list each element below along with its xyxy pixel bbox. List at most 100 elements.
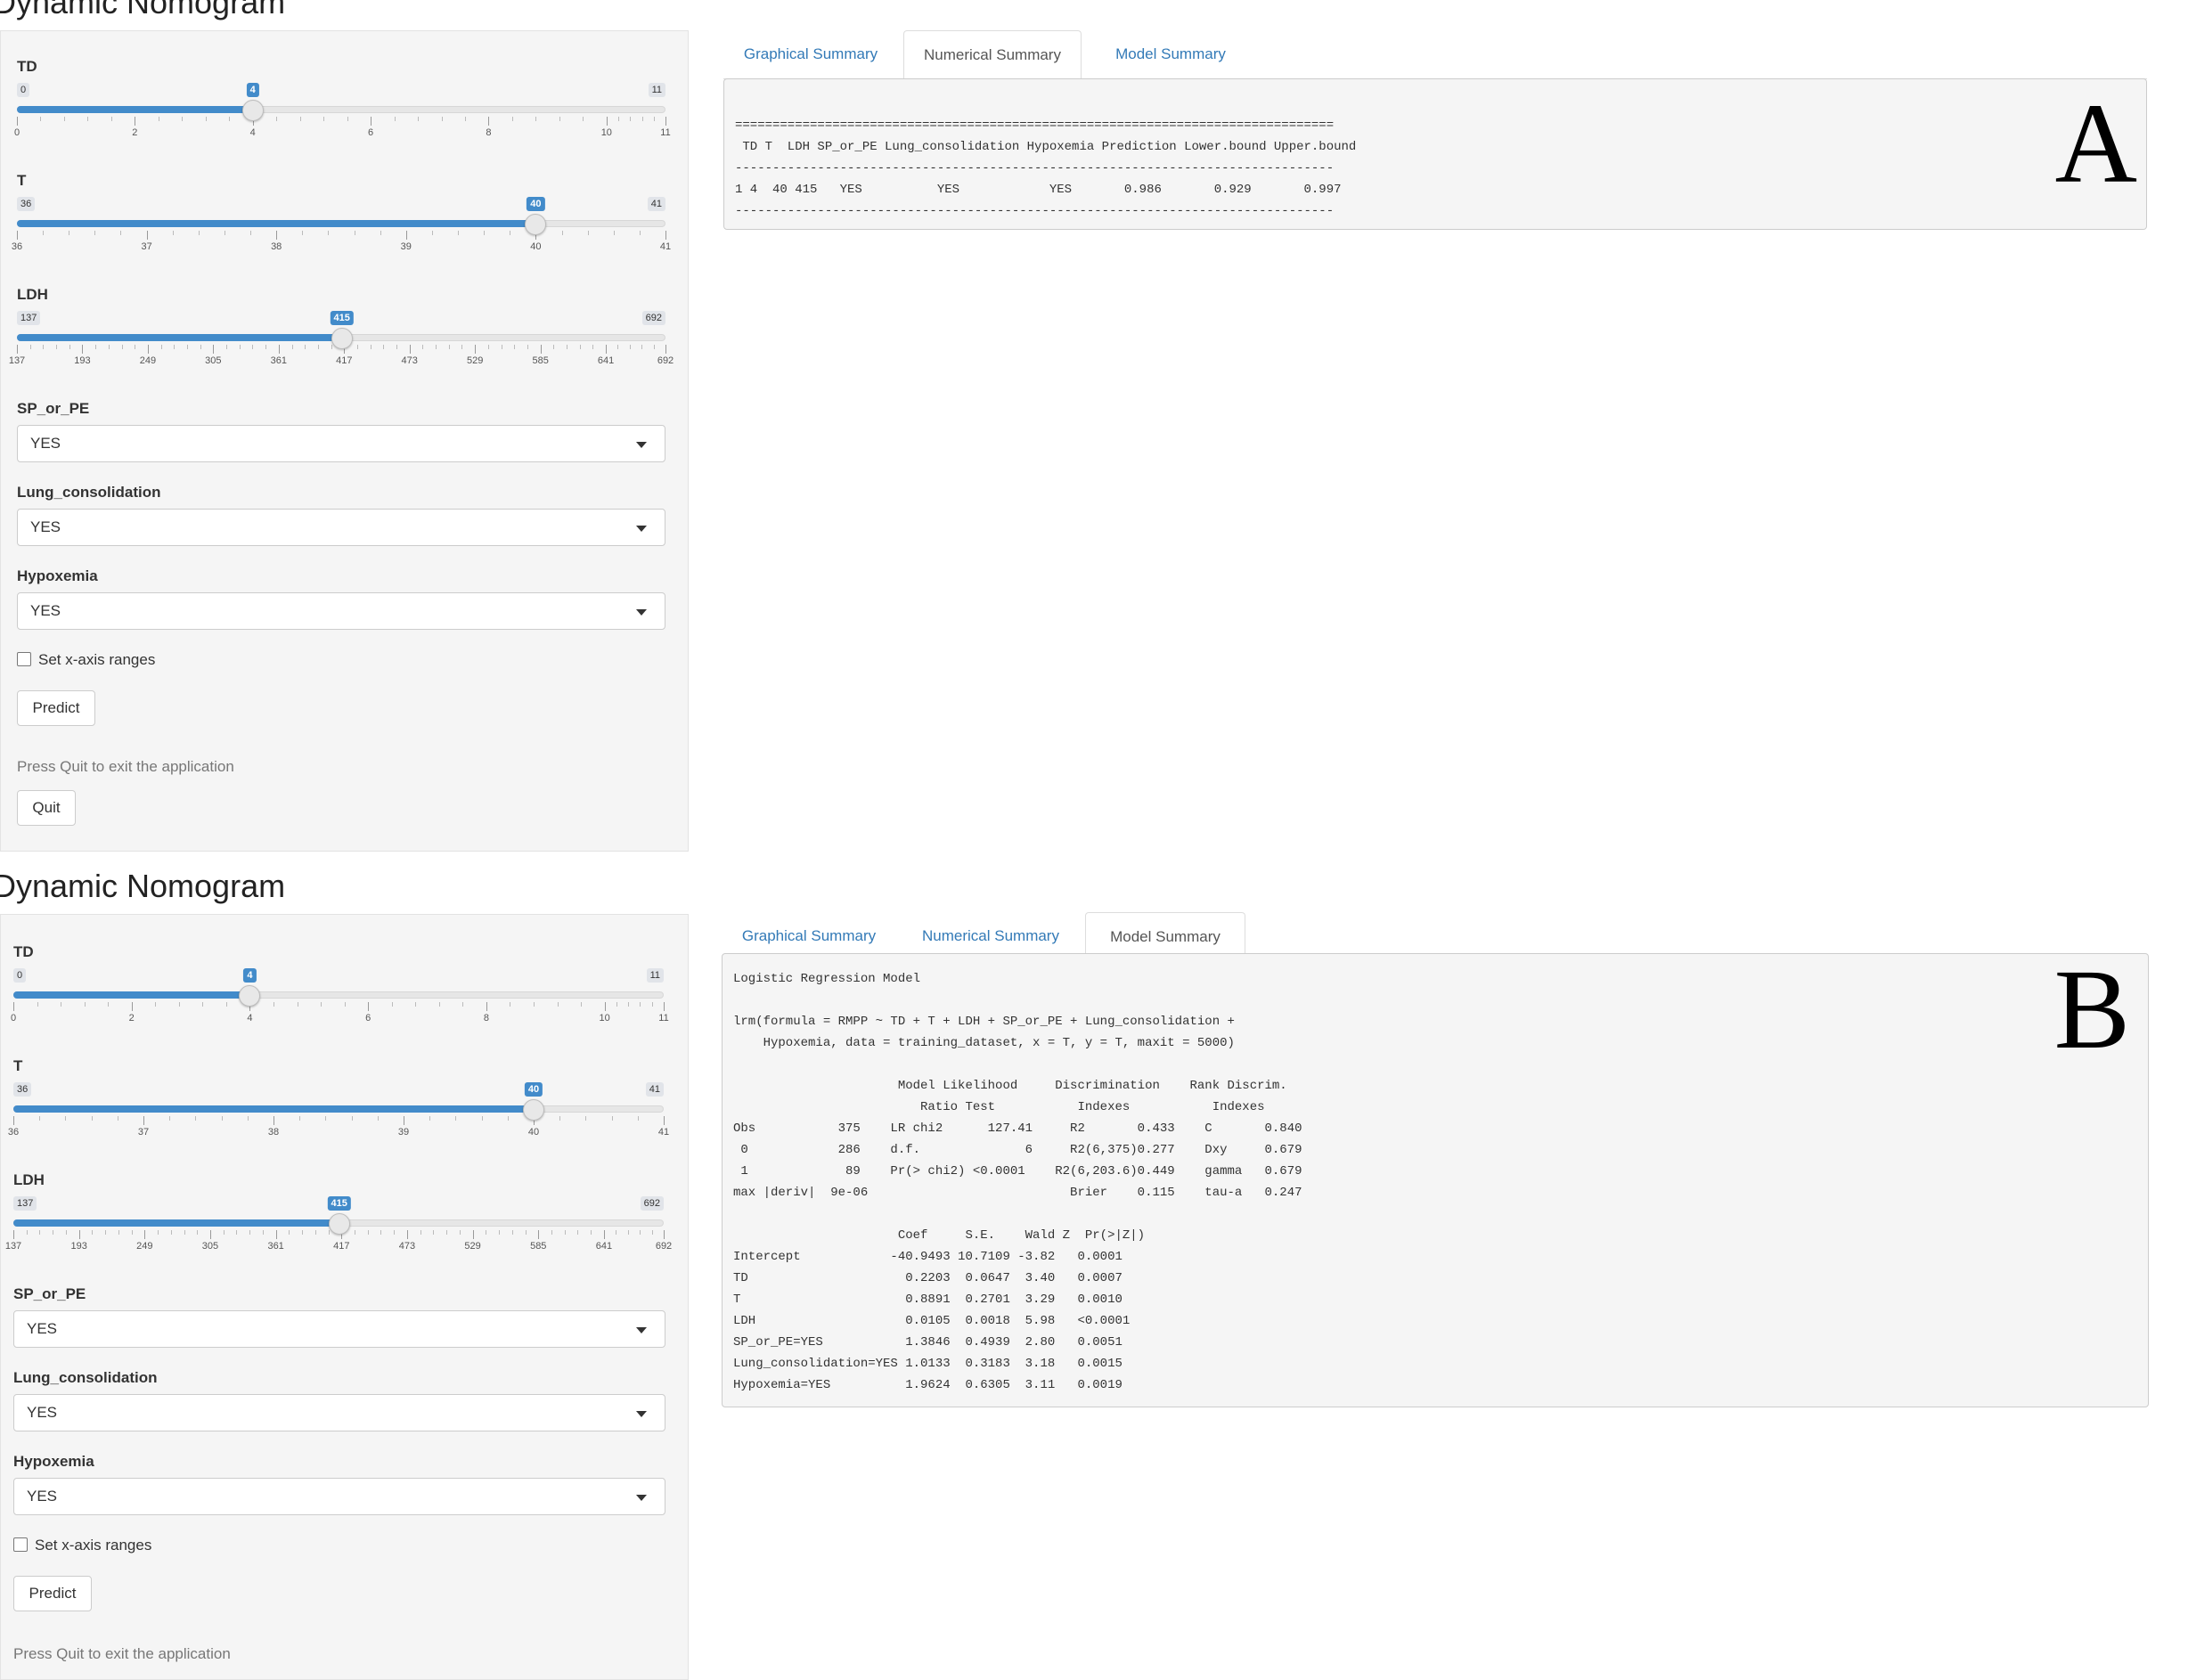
chevron-down-icon	[636, 1327, 647, 1333]
slider-minor-tick	[629, 345, 631, 349]
slider-minor-tick	[323, 117, 325, 121]
output-panel: Logistic Regression Model lrm(formula = …	[722, 953, 2149, 1407]
slider-minor-tick	[591, 1230, 592, 1235]
slider-minor-tick	[121, 345, 123, 349]
slider-minor-tick	[380, 1230, 382, 1235]
slider-ldh[interactable]: 137 692 137 193 249 305 361 417 473 529 585 641 692 4…	[9, 311, 674, 382]
predict-button[interactable]: Predict	[17, 690, 95, 726]
slider-minor-tick	[229, 117, 231, 121]
sp-or-pe-select[interactable]: YES	[17, 425, 665, 462]
slider-tick-label: 417	[336, 355, 353, 366]
slider-tick	[209, 1230, 211, 1239]
slider-tick-label: 10	[600, 127, 612, 138]
slider-fill	[17, 106, 253, 113]
slider-minor-tick	[170, 1230, 172, 1235]
slider-minor-tick	[94, 231, 96, 235]
slider-label-ldh: LDH	[13, 1171, 45, 1188]
slider-minor-tick	[131, 1230, 133, 1235]
slider-minor-tick	[514, 345, 516, 349]
slider-td[interactable]: 0 11 0 2 4 6 8 10 11 4	[11, 968, 669, 1040]
model-summary-output: Logistic Regression Model lrm(formula = …	[733, 972, 1302, 1392]
sp-or-pe-select[interactable]: YES	[13, 1310, 665, 1348]
slider-tick	[144, 1230, 146, 1239]
tab-model-summary[interactable]: Model Summary	[1087, 30, 1254, 78]
slider-tick	[486, 1002, 487, 1011]
slider-tick	[146, 231, 148, 240]
slider-minor-tick	[172, 231, 174, 235]
slider-max-label: 11	[646, 968, 664, 983]
select-value: YES	[30, 602, 61, 619]
slider-tick-label: 305	[205, 355, 222, 366]
slider-minor-tick	[585, 1116, 587, 1121]
slider-minor-tick	[462, 1002, 464, 1007]
slider-tick-label: 692	[655, 1241, 673, 1252]
slider-minor-tick	[564, 1230, 566, 1235]
slider-fill	[17, 334, 342, 341]
lung-consolidation-select[interactable]: YES	[17, 509, 665, 546]
slider-handle[interactable]	[525, 214, 547, 235]
slider-handle[interactable]	[331, 328, 353, 349]
slider-tick	[665, 345, 666, 354]
slider-tick	[17, 231, 18, 240]
slider-tick-label: 361	[267, 1241, 284, 1252]
slider-fill	[13, 1219, 339, 1227]
hypoxemia-select[interactable]: YES	[13, 1478, 665, 1515]
slider-tick-label: 692	[657, 355, 674, 366]
slider-minor-tick	[178, 1002, 180, 1007]
slider-value-bubble: 4	[246, 83, 259, 97]
slider-minor-tick	[561, 231, 563, 235]
slider-tick	[276, 231, 278, 240]
slider-handle[interactable]	[328, 1213, 350, 1235]
slider-minor-tick	[535, 117, 537, 121]
slider-t[interactable]: 36 41 36 37 38 39 40 41 40	[8, 1082, 669, 1154]
slider-tick-label: 36	[11, 241, 23, 252]
quit-button[interactable]: Quit	[17, 790, 76, 826]
slider-minor-tick	[314, 1230, 316, 1235]
checkbox-box[interactable]	[13, 1537, 28, 1552]
slider-minor-tick	[499, 1230, 501, 1235]
slider-t[interactable]: 36 41 36 37 38 39 40 41 40	[12, 197, 671, 268]
slider-tick	[17, 345, 18, 354]
slider-minor-tick	[160, 345, 162, 349]
slider-minor-tick	[448, 345, 450, 349]
slider-tick-label: 473	[401, 355, 418, 366]
checkbox-label: Set x-axis ranges	[38, 651, 156, 668]
slider-handle[interactable]	[523, 1099, 544, 1121]
slider-handle[interactable]	[241, 100, 264, 121]
slider-minor-tick	[108, 1002, 110, 1007]
set-x-axis-ranges-checkbox[interactable]: Set x-axis ranges	[13, 1537, 151, 1554]
slider-ldh[interactable]: 137 692 137 193 249 305 361 417 473 529 585 641 692 4…	[5, 1196, 672, 1268]
slider-tick	[368, 1002, 370, 1011]
slider-max-label: 692	[640, 1196, 664, 1211]
slider-tick-label: 6	[368, 127, 374, 138]
slider-tick-label: 2	[128, 1013, 135, 1023]
slider-minor-tick	[613, 231, 615, 235]
slider-td[interactable]: 0 11 0 2 4 6 8 10 11 4	[13, 83, 671, 154]
slider-minor-tick	[91, 1116, 93, 1121]
slider-minor-tick	[305, 345, 306, 349]
slider-fill	[17, 220, 536, 227]
slider-minor-tick	[262, 1230, 264, 1235]
slider-label-t: T	[17, 172, 27, 189]
slider-tick	[131, 1002, 133, 1011]
slider-tick-label: 39	[400, 241, 412, 252]
slider-tick	[143, 1116, 144, 1125]
slider-value-bubble: 40	[524, 1082, 543, 1097]
checkbox-box[interactable]	[17, 652, 31, 666]
set-x-axis-ranges-checkbox[interactable]: Set x-axis ranges	[17, 651, 155, 669]
slider-minor-tick	[484, 231, 486, 235]
predict-button[interactable]: Predict	[13, 1576, 92, 1611]
tab-numerical-summary[interactable]: Numerical Summary	[903, 30, 1082, 79]
slider-tick	[406, 1230, 408, 1239]
slider-minor-tick	[433, 1230, 435, 1235]
slider-tick-label: 41	[659, 241, 672, 252]
slider-tick-label: 0	[13, 127, 20, 138]
slider-minor-tick	[487, 345, 489, 349]
tab-graphical-summary[interactable]: Graphical Summary	[723, 30, 898, 78]
slider-handle[interactable]	[239, 985, 261, 1007]
slider-minor-tick	[317, 345, 319, 349]
lung-consolidation-select[interactable]: YES	[13, 1394, 665, 1431]
slider-minor-tick	[458, 231, 460, 235]
slider-minor-tick	[581, 1002, 583, 1007]
hypoxemia-select[interactable]: YES	[17, 592, 665, 630]
